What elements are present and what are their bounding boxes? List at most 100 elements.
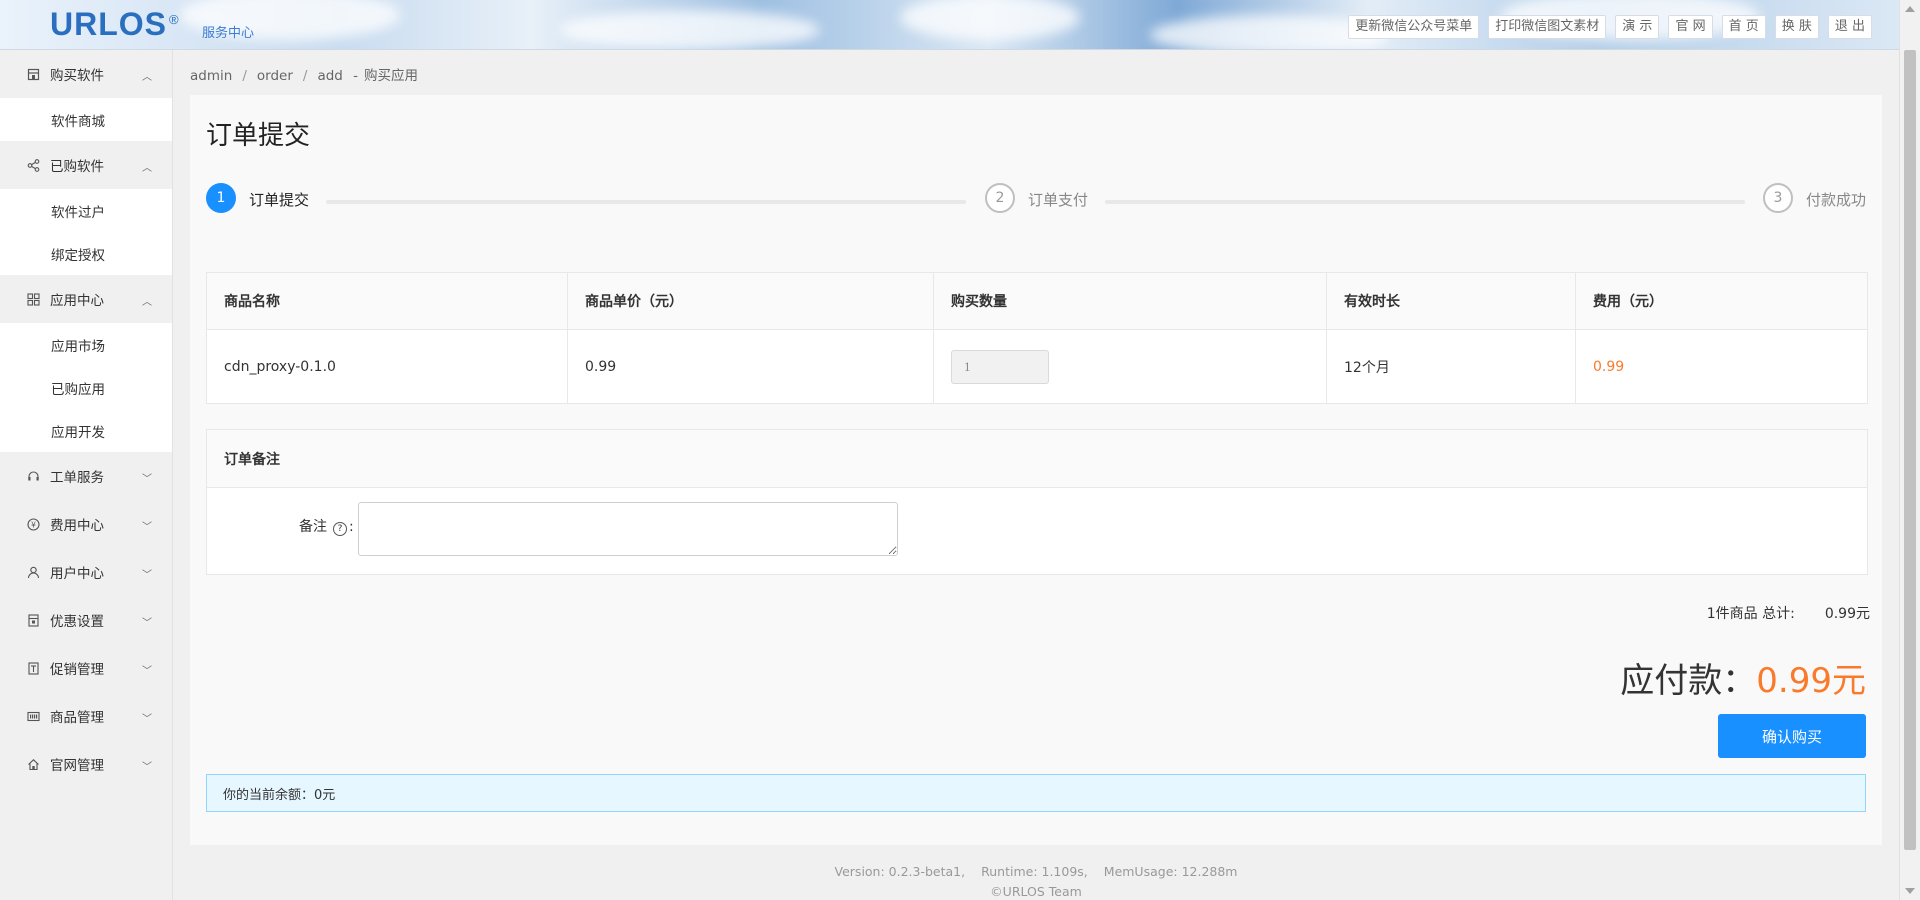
barcode-icon [26,709,40,723]
sidebar-head-label: 促销管理 [50,662,104,678]
scroll-up-arrow-icon[interactable] [1905,6,1915,12]
sidebar-group-app-center: 应用中心 ︿ 应用市场 已购应用 应用开发 [0,275,172,452]
breadcrumb-item: add [317,68,343,84]
step-2-circle: 2 [985,183,1015,213]
sidebar-head-ticket-service[interactable]: 工单服务 ﹀ [0,452,172,500]
step-2-label: 订单支付 [1028,191,1089,209]
chevron-down-icon: ﹀ [142,474,152,485]
sidebar-head-label: 官网管理 [50,758,104,774]
sidebar-group-purchased-software: 已购软件 ︿ 软件过户 绑定授权 [0,141,172,275]
footer-memusage: MemUsage: 12.288m [1103,864,1238,879]
order-card: 订单提交 1 订单提交 2 订单支付 3 付款成功 商品名称 商品单价（元） 购… [190,95,1882,845]
sidebar-item-app-market[interactable]: 应用市场 [0,323,172,366]
page-title: 订单提交 [206,121,311,151]
subtotal: 1件商品 总计: 0.99元 [1707,603,1870,623]
table-row: cdn_proxy-0.1.0 0.99 12个月 0.99 [207,330,1867,403]
sidebar-item-software-transfer[interactable]: 软件过户 [0,189,172,232]
sidebar-head-label: 用户中心 [50,566,104,582]
remark-panel-title: 订单备注 [207,430,1867,488]
step-connector [326,200,966,204]
logout-link[interactable]: 退 出 [1827,15,1872,39]
top-header: URLOS ® 服务中心 更新微信公众号菜单 打印微信图文素材 演 示 官 网 首… [0,0,1900,50]
column-header: 商品名称 [207,273,568,329]
subtotal-label: 1件商品 总计: [1706,606,1795,622]
breadcrumb-item[interactable]: admin [190,68,232,84]
amount-due-value: 0.99元 [1756,661,1866,701]
chevron-down-icon: ﹀ [142,618,152,629]
footer-version-info: Version: 0.2.3-beta1, Runtime: 1.109s, Mem… [172,864,1900,879]
breadcrumb-item[interactable]: order [257,68,293,84]
scroll-down-arrow-icon[interactable] [1905,888,1915,894]
balance-notice: 你的当前余额：0元 [206,774,1866,812]
sidebar-item-purchased-apps[interactable]: 已购应用 [0,366,172,409]
scrollbar-thumb[interactable] [1904,50,1916,850]
official-site-link[interactable]: 官 网 [1668,15,1713,39]
quantity-input[interactable] [951,349,1049,384]
change-skin-link[interactable]: 换 肤 [1774,15,1819,39]
sidebar-head-billing-center[interactable]: ¥ 费用中心 ﹀ [0,500,172,548]
sidebar-group-buy-software: 购买软件 ︿ 软件商城 [0,50,172,141]
sidebar-head-purchased-software[interactable]: 已购软件 ︿ [0,141,172,189]
sidebar-head-label: 工单服务 [50,470,104,486]
sidebar-item-app-development[interactable]: 应用开发 [0,409,172,452]
sidebar-item-bind-license[interactable]: 绑定授权 [0,232,172,275]
chevron-down-icon: ﹀ [142,570,152,581]
step-3-label: 付款成功 [1806,191,1867,209]
amount-due: 应付款：0.99元 [1620,653,1866,702]
table-header-row: 商品名称 商品单价（元） 购买数量 有效时长 费用（元） [207,273,1867,330]
user-icon [26,565,40,579]
column-header: 有效时长 [1327,273,1576,329]
column-header: 费用（元） [1593,294,1663,310]
sidebar-head-label: 应用中心 [50,293,104,309]
coupon-icon [26,613,40,627]
step-connector [1105,200,1745,204]
share-icon [26,158,40,172]
grid-icon [26,292,40,306]
sidebar-item-software-store[interactable]: 软件商城 [0,98,172,141]
subtotal-value: 0.99元 [1824,606,1870,622]
breadcrumb-suffix: 购买应用 [364,68,419,84]
update-wechat-menu-link[interactable]: 更新微信公众号菜单 [1348,15,1480,39]
svg-text:¥: ¥ [31,520,36,529]
footer-version: Version: 0.2.3-beta1, [834,864,966,879]
sidebar: 购买软件 ︿ 软件商城 已购软件 ︿ 软件过户 绑定授权 应用中心 ︿ 应用市场… [0,50,173,900]
demo-link[interactable]: 演 示 [1615,15,1660,39]
step-1-label: 订单提交 [249,191,310,209]
brand-logo[interactable]: URLOS ® [50,6,180,43]
home-link[interactable]: 首 页 [1721,15,1766,39]
footer-runtime: Runtime: 1.109s, [981,864,1088,879]
sidebar-head-website-management[interactable]: 官网管理 ﹀ [0,740,172,788]
chevron-up-icon: ︿ [142,163,152,174]
sidebar-head-promotion-management[interactable]: 促销管理 ﹀ [0,644,172,692]
unit-price-cell: 0.99 [568,330,934,403]
order-items-table: 商品名称 商品单价（元） 购买数量 有效时长 费用（元） cdn_proxy-0… [206,272,1868,404]
chevron-up-icon: ︿ [142,72,152,83]
headset-icon [26,469,40,483]
sidebar-head-label: 商品管理 [50,710,104,726]
print-wechat-material-link[interactable]: 打印微信图文素材 [1488,15,1607,39]
chevron-up-icon: ︿ [142,297,152,308]
sidebar-head-discount-settings[interactable]: 优惠设置 ﹀ [0,596,172,644]
column-header: 购买数量 [934,273,1327,329]
column-header: 商品单价（元） [568,273,934,329]
product-name-cell: cdn_proxy-0.1.0 [207,330,568,403]
confirm-purchase-button[interactable]: 确认购买 [1718,714,1866,758]
vertical-scrollbar[interactable] [1899,0,1920,900]
chevron-down-icon: ﹀ [142,714,152,725]
remark-label: 备注?: [299,519,354,536]
chevron-down-icon: ﹀ [142,666,152,677]
service-center-label: 服务中心 [202,26,255,41]
sidebar-head-label: 费用中心 [50,518,104,534]
remark-textarea[interactable] [358,502,898,556]
home-icon [26,757,40,771]
sidebar-head-buy-software[interactable]: 购买软件 ︿ [0,50,172,98]
order-remark-panel: 订单备注 备注?: [206,429,1868,575]
shop-icon [26,67,40,81]
duration-cell: 12个月 [1327,330,1576,403]
help-circle-icon[interactable]: ? [333,522,347,536]
sidebar-head-user-center[interactable]: 用户中心 ﹀ [0,548,172,596]
promo-icon [26,661,40,675]
sidebar-head-product-management[interactable]: 商品管理 ﹀ [0,692,172,740]
sidebar-head-app-center[interactable]: 应用中心 ︿ [0,275,172,323]
quantity-cell [934,330,1327,403]
